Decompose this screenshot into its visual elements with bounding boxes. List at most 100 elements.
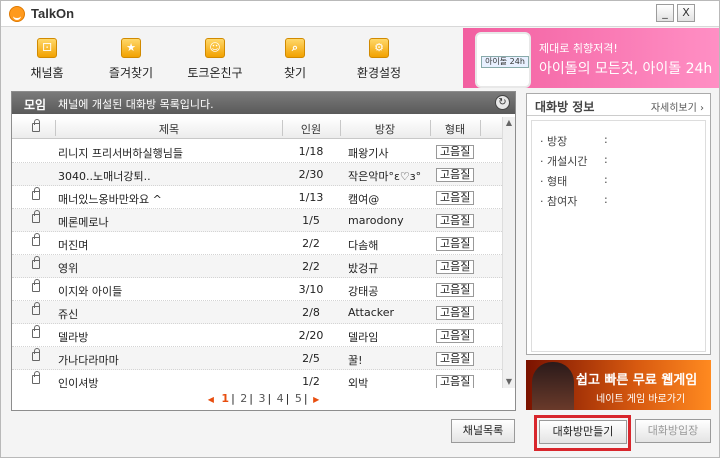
room-info-panel: 대화방 정보 자세히보기 › · 방장 : · 개설시간 : · 형태 : · … [526, 93, 711, 355]
scroll-up-icon[interactable]: ▲ [503, 117, 515, 129]
room-host: 외박 [348, 377, 369, 388]
channel-list-button[interactable]: 채널목록 [451, 419, 515, 443]
column-host[interactable]: 방장 [340, 121, 430, 137]
banner-line2: 아이돌의 모든것, 아이돌 24h [539, 61, 713, 77]
page-link-1[interactable]: 1 [221, 392, 229, 405]
game-character-image [532, 362, 574, 410]
webgame-banner-line2: 네이트 게임 바로가기 [596, 394, 686, 405]
table-row[interactable]: 리니지 프리서버하실행님들 1/18 패왕기사 고음질 [12, 140, 502, 163]
room-host: marodony [348, 214, 404, 227]
room-title: 델라방 [58, 331, 89, 344]
room-type-badge: 고음질 [436, 260, 475, 274]
toolbar-channel-home-button[interactable]: ⚀ 채널홈 [7, 38, 87, 84]
page-link-3[interactable]: 3 [258, 392, 265, 405]
room-members: 2/8 [302, 306, 320, 319]
toolbar-label: 채널홈 [30, 66, 64, 80]
room-title: 3040..노매너강퇴.. [58, 170, 151, 183]
webgame-ad-banner[interactable]: 쉽고 빠른 무료 웹게임 네이트 게임 바로가기 [526, 360, 711, 410]
table-row[interactable]: 메론메로나 1/5 marodony 고음질 [12, 209, 502, 232]
room-type-badge: 고음질 [436, 306, 475, 320]
lock-icon [32, 279, 40, 292]
toolbar-favorites-button[interactable]: ★ 즐겨찾기 [91, 38, 171, 84]
room-title: 메론메로나 [58, 216, 109, 229]
room-info-body: · 방장 : · 개설시간 : · 형태 : · 참여자 : [531, 120, 706, 352]
room-info-host: · 방장 : [540, 133, 608, 148]
toolbar-settings-button[interactable]: ⚙ 환경설정 [339, 38, 419, 84]
toolbar-label: 즐겨찾기 [108, 66, 154, 80]
gear-icon: ⚙ [369, 38, 389, 58]
table-row[interactable]: 3040..노매너강퇴.. 2/30 작은악마°ε♡з° 고음질 [12, 163, 502, 186]
close-button[interactable]: X [677, 4, 695, 22]
next-page-icon[interactable]: ▶ [313, 395, 319, 404]
room-type-badge: 고음질 [436, 168, 475, 182]
room-info-created-time: · 개설시간 : [540, 153, 608, 168]
room-members: 2/20 [298, 329, 324, 342]
search-icon: ⌕ [285, 38, 305, 58]
room-type-badge: 고음질 [436, 283, 475, 297]
banner-line1: 제대로 취향저격! [539, 42, 618, 55]
room-title: 인이셔방 [58, 377, 99, 388]
toolbar-label: 토크온친구 [187, 66, 243, 80]
room-host: 강태공 [348, 285, 379, 298]
friend-face-icon: ☺ [205, 38, 225, 58]
create-room-button[interactable]: 대화방만들기 [539, 420, 627, 444]
minimize-button[interactable]: _ [656, 4, 674, 22]
phone-image: 아이돌 24h [475, 32, 531, 88]
room-host: 다솜해 [348, 239, 379, 252]
webgame-banner-line1: 쉽고 빠른 무료 웹게임 [576, 373, 698, 388]
room-title: 머진며 [58, 239, 89, 252]
title-bar[interactable]: TalkOn _ X [1, 1, 719, 27]
scroll-down-icon[interactable]: ▼ [503, 376, 515, 388]
table-row[interactable]: 이지와 아이들 3/10 강태공 고음질 [12, 278, 502, 301]
room-type-badge: 고음질 [436, 237, 475, 251]
vertical-scrollbar[interactable]: ▲ ▼ [502, 117, 515, 388]
room-type-badge: 고음질 [436, 329, 475, 343]
room-host: 작은악마°ε♡з° [348, 170, 422, 183]
refresh-icon[interactable]: ↻ [495, 95, 510, 110]
lock-icon [32, 119, 40, 132]
table-row[interactable]: 머진며 2/2 다솜해 고음질 [12, 232, 502, 255]
room-title: 영위 [58, 262, 79, 275]
toolbar-search-button[interactable]: ⌕ 찾기 [255, 38, 335, 84]
table-row[interactable]: 델라방 2/20 델라임 고음질 [12, 324, 502, 347]
page-link-4[interactable]: 4 [277, 392, 284, 405]
table-row[interactable]: 가나다라마마 2/5 꿀! 고음질 [12, 347, 502, 370]
app-title: TalkOn [31, 6, 75, 21]
room-host: 패왕기사 [348, 147, 389, 160]
column-type[interactable]: 형태 [430, 121, 480, 137]
room-members: 2/5 [302, 352, 320, 365]
room-list-header: 모임 채널에 개설된 대화방 목록입니다. ↻ [12, 92, 515, 114]
lock-icon [32, 256, 40, 269]
room-info-title: 대화방 정보 [535, 100, 595, 114]
room-members: 1/13 [298, 191, 324, 204]
lock-icon [32, 325, 40, 338]
enter-room-button[interactable]: 대화방입장 [635, 419, 711, 443]
lock-icon [32, 187, 40, 200]
room-members: 2/2 [302, 237, 320, 250]
column-title[interactable]: 제목 [56, 121, 282, 137]
column-members[interactable]: 인원 [282, 121, 340, 137]
table-row[interactable]: 매너있느옹바만와요 ^ 1/13 캠여@ 고음질 [12, 186, 502, 209]
toolbar-talkon-friends-button[interactable]: ☺ 토크온친구 [175, 38, 255, 84]
star-icon: ★ [121, 38, 141, 58]
room-members: 1/2 [302, 375, 320, 388]
talkon-logo-icon [9, 6, 25, 22]
room-category: 모임 [24, 98, 47, 112]
toolbar-label: 환경설정 [356, 66, 402, 80]
room-members: 1/18 [298, 145, 324, 158]
table-row[interactable]: 영위 2/2 밨겅규 고음질 [12, 255, 502, 278]
prev-page-icon[interactable]: ◀ [208, 395, 214, 404]
idol-ad-banner[interactable]: 아이돌 24h 제대로 취향저격! 아이돌의 모든것, 아이돌 24h [463, 28, 719, 88]
table-row[interactable]: 인이셔방 1/2 외박 고음질 [12, 370, 502, 388]
pagination: ◀ 1 | 2 | 3 | 4 | 5 | ▶ [207, 392, 320, 405]
page-link-2[interactable]: 2 [240, 392, 247, 405]
room-list-panel: 모임 채널에 개설된 대화방 목록입니다. ↻ 제목 인원 방장 형태 리니지 … [11, 91, 516, 411]
room-members: 1/5 [302, 214, 320, 227]
room-title: 매너있느옹바만와요 ^ [58, 193, 162, 206]
room-info-more-link[interactable]: 자세히보기 › [651, 99, 704, 114]
page-link-5[interactable]: 5 [295, 392, 302, 405]
table-row[interactable]: 쥬신 2/8 Attacker 고음질 [12, 301, 502, 324]
room-members: 2/30 [298, 168, 324, 181]
room-list-description: 채널에 개설된 대화방 목록입니다. [58, 98, 214, 111]
room-info-header: 대화방 정보 자세히보기 › [527, 94, 710, 116]
